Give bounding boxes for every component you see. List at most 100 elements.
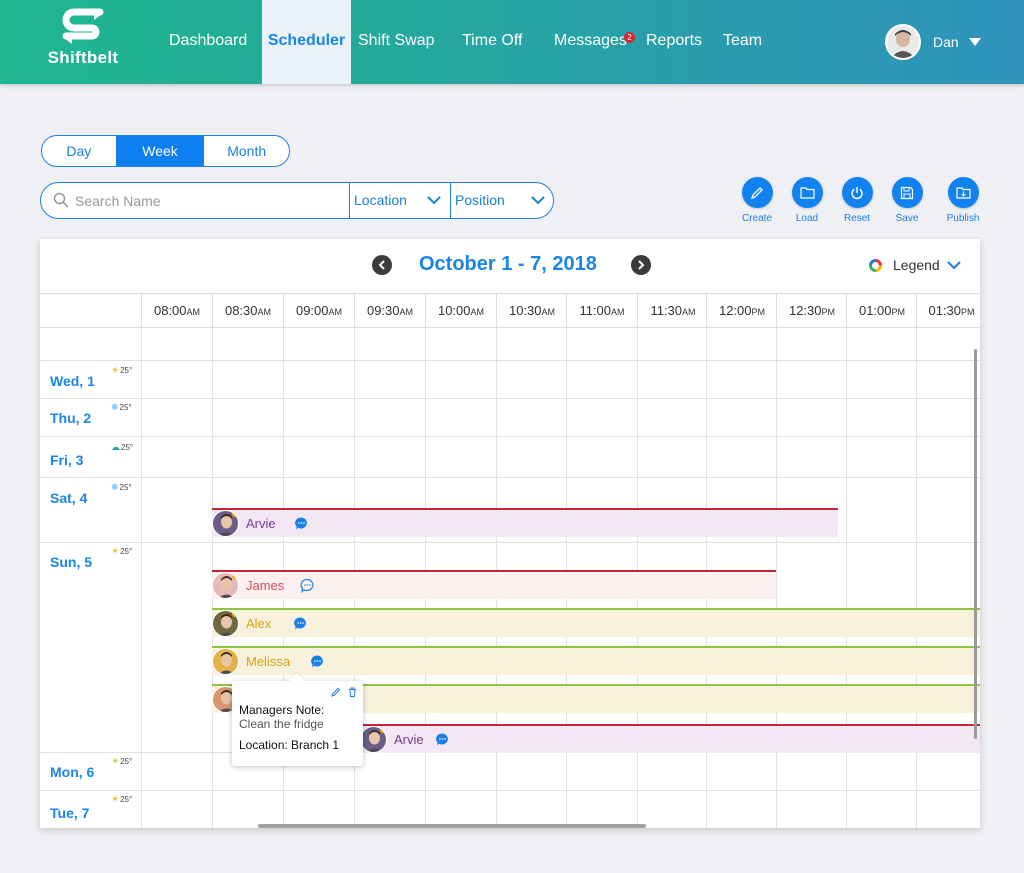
time-slot-header: 12:00PM xyxy=(706,294,777,328)
shift-status-line xyxy=(212,646,980,648)
load-button[interactable]: Load xyxy=(782,177,832,224)
reset-button-circle xyxy=(841,177,873,208)
user-name[interactable]: Dan xyxy=(933,34,959,50)
day-label[interactable]: Thu, 2 xyxy=(50,410,91,426)
day-label[interactable]: Mon, 6 xyxy=(50,764,94,780)
next-week-button[interactable] xyxy=(631,255,651,275)
top-navbar: Shiftbelt Dashboard Scheduler Shift Swap… xyxy=(0,0,1024,84)
shift-block[interactable]: Alex xyxy=(212,608,980,637)
shift-block[interactable]: Arvie xyxy=(360,724,980,753)
grid-row-line xyxy=(40,360,980,361)
employee-avatar[interactable] xyxy=(360,726,387,753)
user-menu-caret-icon[interactable] xyxy=(969,38,981,46)
nav-dashboard[interactable]: Dashboard xyxy=(169,0,247,84)
shift-bar xyxy=(212,648,980,675)
app-logo[interactable]: Shiftbelt xyxy=(40,6,126,72)
grid-column-line xyxy=(846,328,847,828)
trash-icon[interactable] xyxy=(348,687,357,697)
time-slot-hour: 10:00 xyxy=(437,303,471,318)
chat-bubble-icon[interactable] xyxy=(294,516,309,531)
day-label[interactable]: Fri, 3 xyxy=(50,452,83,468)
chat-bubble-icon[interactable] xyxy=(300,578,315,594)
nav-messages[interactable]: Messages xyxy=(554,0,627,84)
shift-status-line xyxy=(212,570,776,572)
view-toggle: Day Week Month xyxy=(41,135,290,167)
chat-bubble-icon[interactable] xyxy=(293,616,308,631)
messages-badge: 2 xyxy=(624,32,635,43)
status-dot xyxy=(232,511,238,517)
shift-block[interactable]: Arvie xyxy=(212,508,838,537)
view-month-button[interactable]: Month xyxy=(203,136,289,166)
horizontal-scrollbar[interactable] xyxy=(258,824,646,828)
search-name-input[interactable] xyxy=(75,190,345,212)
grid-column-line xyxy=(141,328,142,828)
chat-bubble-icon[interactable] xyxy=(310,654,325,669)
position-select[interactable]: Position xyxy=(450,183,554,218)
shift-bar xyxy=(360,726,980,753)
view-week-button[interactable]: Week xyxy=(116,136,204,166)
chevron-down-icon[interactable] xyxy=(947,260,961,270)
time-header-row: 08:00AM 08:30AM 09:00AM 09:30AM 10:00AM 10:30… xyxy=(40,293,980,328)
snowflake-icon: ❄ xyxy=(111,402,119,412)
time-slot-hour: 10:30 xyxy=(508,303,542,318)
user-avatar[interactable] xyxy=(885,24,921,60)
temperature: 25° xyxy=(119,403,132,412)
weather-indicator: ❄25° xyxy=(111,482,132,493)
weather-indicator: ☀25° xyxy=(111,794,132,805)
view-day-button[interactable]: Day xyxy=(42,136,117,166)
save-button[interactable]: Save xyxy=(882,177,932,224)
time-slot-header: 09:30AM xyxy=(354,294,425,328)
chevron-right-icon xyxy=(638,260,645,270)
publish-button[interactable]: Publish xyxy=(938,177,988,224)
nav-reports[interactable]: Reports xyxy=(646,0,702,84)
employee-name: Alex xyxy=(246,616,272,631)
time-slot-period: PM xyxy=(821,307,836,317)
weather-indicator: ☀25° xyxy=(111,546,132,557)
time-slot-header: 08:00AM xyxy=(141,294,212,328)
shift-block[interactable]: Melissa xyxy=(212,646,980,675)
nav-shift-swap[interactable]: Shift Swap xyxy=(358,0,434,84)
weather-indicator: ☀25° xyxy=(111,365,132,376)
employee-avatar[interactable] xyxy=(212,572,239,599)
edit-icon[interactable] xyxy=(331,687,341,697)
day-label[interactable]: Sat, 4 xyxy=(50,490,87,506)
shift-bar xyxy=(212,572,776,599)
day-label[interactable]: Tue, 7 xyxy=(50,805,89,821)
time-slot-period: PM xyxy=(751,307,766,317)
pencil-icon xyxy=(750,186,763,199)
legend-button[interactable]: Legend xyxy=(893,257,940,273)
location-select[interactable]: Location xyxy=(349,183,450,218)
employee-avatar[interactable] xyxy=(212,648,239,675)
sun-icon: ☀ xyxy=(111,546,120,556)
day-label[interactable]: Wed, 1 xyxy=(50,373,95,389)
employee-avatar[interactable] xyxy=(212,610,239,637)
time-slot-hour: 08:30 xyxy=(224,303,258,318)
time-slot-header: 11:30AM xyxy=(637,294,708,328)
temperature: 25° xyxy=(121,443,134,452)
time-slot-period: AM xyxy=(257,307,272,317)
employee-name: Melissa xyxy=(246,654,291,669)
time-slot-hour: 09:30 xyxy=(366,303,400,318)
nav-team[interactable]: Team xyxy=(723,0,762,84)
chat-bubble-icon[interactable] xyxy=(435,732,450,747)
time-slot-period: AM xyxy=(682,307,696,317)
grid-row-line xyxy=(40,542,980,543)
prev-week-button[interactable] xyxy=(372,255,392,275)
shift-bar xyxy=(212,610,980,637)
nav-scheduler[interactable]: Scheduler xyxy=(262,0,351,84)
shift-status-line xyxy=(360,724,980,726)
shift-block[interactable]: James xyxy=(212,570,776,599)
nav-reports-label: Reports xyxy=(646,32,703,49)
status-dot xyxy=(232,649,238,655)
vertical-scrollbar[interactable] xyxy=(974,349,977,739)
create-button[interactable]: Create xyxy=(732,177,782,224)
status-dot xyxy=(232,611,238,617)
employee-avatar[interactable] xyxy=(212,510,239,537)
load-label: Load xyxy=(795,213,819,224)
nav-time-off[interactable]: Time Off xyxy=(462,0,522,84)
day-label[interactable]: Sun, 5 xyxy=(50,554,92,570)
reset-button[interactable]: Reset xyxy=(832,177,882,224)
temperature: 25° xyxy=(120,547,133,556)
create-label: Create xyxy=(741,213,772,224)
power-icon xyxy=(851,186,863,199)
